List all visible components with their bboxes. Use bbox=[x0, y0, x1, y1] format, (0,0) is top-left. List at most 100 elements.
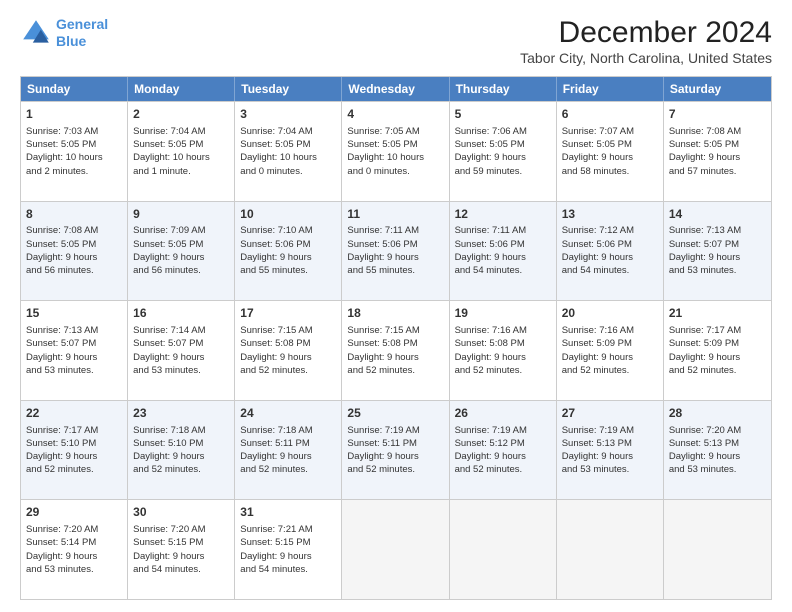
day-info-line: and 0 minutes. bbox=[240, 165, 336, 178]
day-info-line: Sunset: 5:11 PM bbox=[347, 437, 443, 450]
day-info-line: Daylight: 9 hours bbox=[347, 251, 443, 264]
day-info-line: Sunrise: 7:18 AM bbox=[240, 424, 336, 437]
day-info-line: Sunset: 5:06 PM bbox=[347, 238, 443, 251]
day-info-line: and 52 minutes. bbox=[133, 463, 229, 476]
day-number: 13 bbox=[562, 206, 658, 223]
day-number: 18 bbox=[347, 305, 443, 322]
day-info-line: and 56 minutes. bbox=[133, 264, 229, 277]
day-info-line: Sunset: 5:05 PM bbox=[240, 138, 336, 151]
day-info-line: Daylight: 9 hours bbox=[455, 450, 551, 463]
day-info-line: Sunset: 5:05 PM bbox=[669, 138, 766, 151]
day-info-line: Sunrise: 7:10 AM bbox=[240, 224, 336, 237]
day-number: 19 bbox=[455, 305, 551, 322]
day-info-line: Daylight: 9 hours bbox=[347, 351, 443, 364]
header-day-wednesday: Wednesday bbox=[342, 77, 449, 101]
day-info-line: and 57 minutes. bbox=[669, 165, 766, 178]
day-info-line: Sunset: 5:05 PM bbox=[133, 238, 229, 251]
day-info-line: Daylight: 9 hours bbox=[669, 251, 766, 264]
day-number: 31 bbox=[240, 504, 336, 521]
header: General Blue December 2024 Tabor City, N… bbox=[20, 16, 772, 66]
day-info-line: and 53 minutes. bbox=[26, 364, 122, 377]
day-info-line: Daylight: 9 hours bbox=[133, 251, 229, 264]
day-info-line: and 56 minutes. bbox=[26, 264, 122, 277]
day-info-line: Daylight: 9 hours bbox=[669, 351, 766, 364]
calendar-day-29: 29Sunrise: 7:20 AMSunset: 5:14 PMDayligh… bbox=[21, 500, 128, 599]
day-info-line: Sunrise: 7:21 AM bbox=[240, 523, 336, 536]
day-info-line: Daylight: 9 hours bbox=[669, 151, 766, 164]
day-info-line: and 55 minutes. bbox=[240, 264, 336, 277]
day-number: 5 bbox=[455, 106, 551, 123]
day-info-line: Sunset: 5:05 PM bbox=[26, 238, 122, 251]
day-number: 22 bbox=[26, 405, 122, 422]
header-day-monday: Monday bbox=[128, 77, 235, 101]
day-info-line: Daylight: 9 hours bbox=[240, 251, 336, 264]
day-info-line: Daylight: 9 hours bbox=[133, 450, 229, 463]
day-info-line: Daylight: 9 hours bbox=[240, 351, 336, 364]
day-info-line: and 59 minutes. bbox=[455, 165, 551, 178]
day-info-line: Daylight: 9 hours bbox=[562, 251, 658, 264]
day-info-line: Sunrise: 7:15 AM bbox=[240, 324, 336, 337]
day-info-line: Sunset: 5:13 PM bbox=[562, 437, 658, 450]
day-info-line: and 52 minutes. bbox=[347, 463, 443, 476]
calendar-day-15: 15Sunrise: 7:13 AMSunset: 5:07 PMDayligh… bbox=[21, 301, 128, 400]
day-info-line: Sunrise: 7:08 AM bbox=[26, 224, 122, 237]
day-number: 27 bbox=[562, 405, 658, 422]
calendar-week-2: 8Sunrise: 7:08 AMSunset: 5:05 PMDaylight… bbox=[21, 201, 771, 301]
day-info-line: Sunrise: 7:19 AM bbox=[562, 424, 658, 437]
day-info-line: Sunrise: 7:16 AM bbox=[455, 324, 551, 337]
day-info-line: and 54 minutes. bbox=[562, 264, 658, 277]
title-block: December 2024 Tabor City, North Carolina… bbox=[520, 16, 772, 66]
main-title: December 2024 bbox=[520, 16, 772, 50]
calendar-day-17: 17Sunrise: 7:15 AMSunset: 5:08 PMDayligh… bbox=[235, 301, 342, 400]
calendar-week-3: 15Sunrise: 7:13 AMSunset: 5:07 PMDayligh… bbox=[21, 300, 771, 400]
day-info-line: and 54 minutes. bbox=[133, 563, 229, 576]
day-info-line: Sunrise: 7:11 AM bbox=[455, 224, 551, 237]
calendar-day-18: 18Sunrise: 7:15 AMSunset: 5:08 PMDayligh… bbox=[342, 301, 449, 400]
day-info-line: Daylight: 9 hours bbox=[240, 550, 336, 563]
calendar-day-8: 8Sunrise: 7:08 AMSunset: 5:05 PMDaylight… bbox=[21, 202, 128, 301]
calendar-empty-cell bbox=[342, 500, 449, 599]
calendar-day-10: 10Sunrise: 7:10 AMSunset: 5:06 PMDayligh… bbox=[235, 202, 342, 301]
calendar-day-27: 27 Sunrise: 7:19 AMSunset: 5:13 PMDayligh… bbox=[557, 401, 664, 500]
calendar-day-12: 12Sunrise: 7:11 AMSunset: 5:06 PMDayligh… bbox=[450, 202, 557, 301]
calendar-day-3: 3Sunrise: 7:04 AMSunset: 5:05 PMDaylight… bbox=[235, 102, 342, 201]
day-info-line: Sunset: 5:09 PM bbox=[669, 337, 766, 350]
day-info-line: Daylight: 9 hours bbox=[26, 251, 122, 264]
calendar-body: 1Sunrise: 7:03 AMSunset: 5:05 PMDaylight… bbox=[21, 101, 771, 599]
day-info-line: Sunset: 5:10 PM bbox=[133, 437, 229, 450]
day-info-line: Daylight: 10 hours bbox=[240, 151, 336, 164]
day-number: 10 bbox=[240, 206, 336, 223]
calendar-empty-cell bbox=[664, 500, 771, 599]
day-info-line: Daylight: 9 hours bbox=[669, 450, 766, 463]
calendar-day-28: 28 Sunrise: 7:20 AMSunset: 5:13 PMDayligh… bbox=[664, 401, 771, 500]
day-info-line: Sunset: 5:15 PM bbox=[240, 536, 336, 549]
day-number: 29 bbox=[26, 504, 122, 521]
day-info-line: Sunset: 5:07 PM bbox=[669, 238, 766, 251]
day-number: 26 bbox=[455, 405, 551, 422]
calendar-day-7: 7Sunrise: 7:08 AMSunset: 5:05 PMDaylight… bbox=[664, 102, 771, 201]
day-info-line: and 52 minutes. bbox=[26, 463, 122, 476]
day-info-line: Sunrise: 7:20 AM bbox=[26, 523, 122, 536]
day-info-line: Sunrise: 7:20 AM bbox=[133, 523, 229, 536]
calendar-day-31: 31 Sunrise: 7:21 AMSunset: 5:15 PMDayligh… bbox=[235, 500, 342, 599]
day-info-line: Daylight: 9 hours bbox=[562, 151, 658, 164]
day-info-line: and 1 minute. bbox=[133, 165, 229, 178]
calendar-empty-cell bbox=[450, 500, 557, 599]
day-info-line: Daylight: 9 hours bbox=[562, 450, 658, 463]
calendar-day-5: 5Sunrise: 7:06 AMSunset: 5:05 PMDaylight… bbox=[450, 102, 557, 201]
day-info-line: and 53 minutes. bbox=[133, 364, 229, 377]
day-number: 9 bbox=[133, 206, 229, 223]
day-info-line: and 54 minutes. bbox=[240, 563, 336, 576]
calendar-day-14: 14Sunrise: 7:13 AMSunset: 5:07 PMDayligh… bbox=[664, 202, 771, 301]
calendar: SundayMondayTuesdayWednesdayThursdayFrid… bbox=[20, 76, 772, 600]
calendar-day-21: 21Sunrise: 7:17 AMSunset: 5:09 PMDayligh… bbox=[664, 301, 771, 400]
day-number: 28 bbox=[669, 405, 766, 422]
header-day-tuesday: Tuesday bbox=[235, 77, 342, 101]
day-info-line: Sunset: 5:05 PM bbox=[133, 138, 229, 151]
day-number: 15 bbox=[26, 305, 122, 322]
logo-line2: Blue bbox=[56, 33, 86, 49]
day-info-line: Daylight: 10 hours bbox=[26, 151, 122, 164]
day-info-line: Sunrise: 7:20 AM bbox=[669, 424, 766, 437]
day-info-line: Sunset: 5:13 PM bbox=[669, 437, 766, 450]
day-number: 20 bbox=[562, 305, 658, 322]
